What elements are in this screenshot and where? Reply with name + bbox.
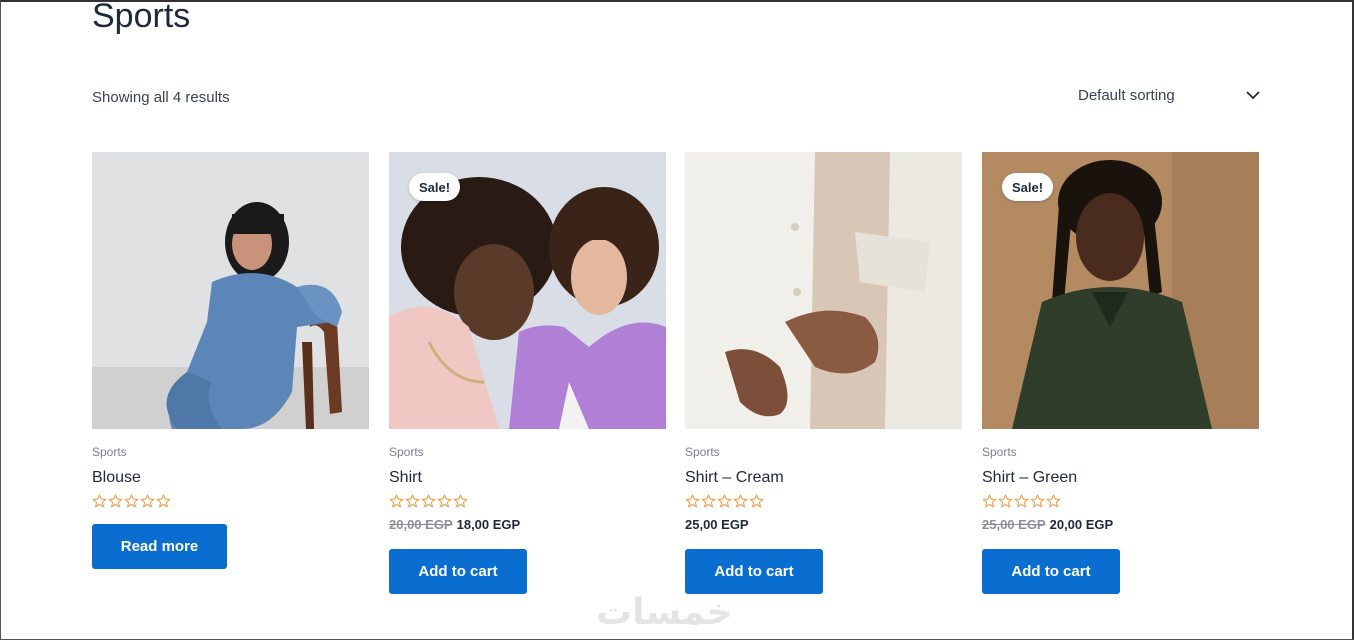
rating-stars <box>685 494 764 508</box>
star-icon <box>405 494 420 508</box>
rating-stars <box>92 494 171 508</box>
star-icon <box>108 494 123 508</box>
product-card: Sports Shirt – Cream 25,00 EGP Add to ca… <box>685 152 962 594</box>
add-to-cart-button[interactable]: Add to cart <box>389 549 527 594</box>
product-card: Sale! Sports Shirt 20,00 EGP 18,00 EGP Ad… <box>389 152 666 594</box>
read-more-button[interactable]: Read more <box>92 524 227 569</box>
star-icon <box>717 494 732 508</box>
star-icon <box>156 494 171 508</box>
regular-price: 20,00 EGP <box>389 517 453 532</box>
result-count: Showing all 4 results <box>92 89 230 106</box>
star-icon <box>1030 494 1045 508</box>
product-image[interactable]: Sale! <box>389 152 666 429</box>
product-title[interactable]: Shirt – Green <box>982 469 1077 487</box>
star-icon <box>453 494 468 508</box>
product-price: 20,00 EGP 18,00 EGP <box>389 517 520 532</box>
sale-badge: Sale! <box>409 173 460 201</box>
star-icon <box>982 494 997 508</box>
product-image[interactable] <box>92 152 369 429</box>
product-card: Sports Blouse Read more <box>92 152 369 569</box>
product-image[interactable]: Sale! <box>982 152 1259 429</box>
sale-badge: Sale! <box>1002 173 1053 201</box>
watermark-logo: خمسات <box>596 592 733 633</box>
regular-price: 25,00 EGP <box>685 517 749 532</box>
product-title[interactable]: Shirt – Cream <box>685 469 784 487</box>
product-price: 25,00 EGP <box>685 517 749 532</box>
sale-price: 20,00 EGP <box>1049 517 1114 532</box>
star-icon <box>749 494 764 508</box>
product-category[interactable]: Sports <box>982 445 1017 459</box>
regular-price: 25,00 EGP <box>982 517 1046 532</box>
star-icon <box>1046 494 1061 508</box>
sorting-dropdown[interactable]: Default sorting <box>1078 85 1260 105</box>
product-image[interactable] <box>685 152 962 429</box>
star-icon <box>437 494 452 508</box>
product-category[interactable]: Sports <box>685 445 720 459</box>
add-to-cart-button[interactable]: Add to cart <box>685 549 823 594</box>
star-icon <box>92 494 107 508</box>
product-card: Sale! Sports Shirt – Green 25,00 EGP 20,0… <box>982 152 1259 594</box>
product-category[interactable]: Sports <box>92 445 127 459</box>
star-icon <box>124 494 139 508</box>
product-title[interactable]: Blouse <box>92 469 141 487</box>
sale-price: 18,00 EGP <box>456 517 521 532</box>
add-to-cart-button[interactable]: Add to cart <box>982 549 1120 594</box>
rating-stars <box>389 494 468 508</box>
rating-stars <box>982 494 1061 508</box>
star-icon <box>733 494 748 508</box>
star-icon <box>1014 494 1029 508</box>
product-price: 25,00 EGP 20,00 EGP <box>982 517 1113 532</box>
star-icon <box>421 494 436 508</box>
page-title: Sports <box>92 0 191 35</box>
chevron-down-icon <box>1246 90 1260 100</box>
product-title[interactable]: Shirt <box>389 469 422 487</box>
star-icon <box>701 494 716 508</box>
product-category[interactable]: Sports <box>389 445 424 459</box>
star-icon <box>140 494 155 508</box>
star-icon <box>685 494 700 508</box>
sorting-label: Default sorting <box>1078 86 1175 104</box>
star-icon <box>998 494 1013 508</box>
star-icon <box>389 494 404 508</box>
